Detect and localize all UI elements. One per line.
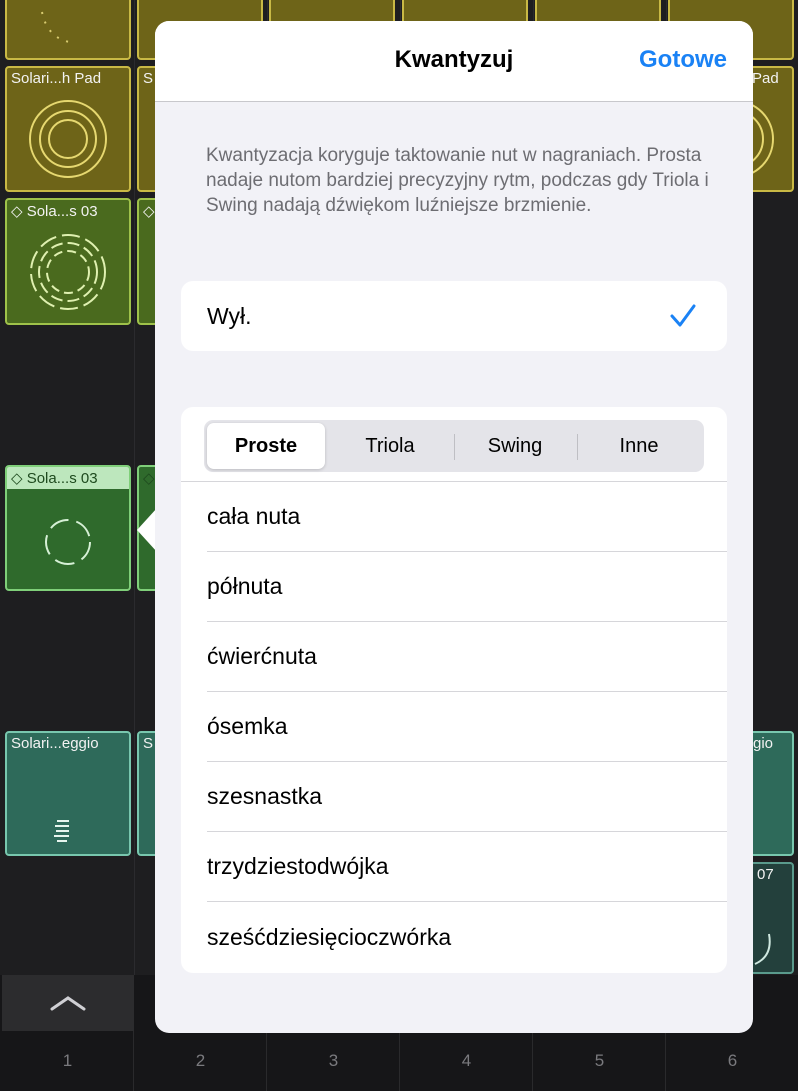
quantize-popover: Kwantyzuj Gotowe Kwantyzacja koryguje ta… [155,21,753,1033]
loop-cell-solaris-arpeggio[interactable]: Solari...eggio [5,731,131,856]
loop-cell-title: gio [753,735,774,752]
quantize-type-segmented-control: Proste Triola Swing Inne [204,420,704,472]
column-number-4[interactable]: 4 [401,1031,533,1091]
popover-header: Kwantyzuj Gotowe [155,21,753,102]
column-number-5[interactable]: 5 [534,1031,666,1091]
done-button[interactable]: Gotowe [639,46,727,74]
quantize-description: Kwantyzacja koryguje taktowanie nut w na… [206,145,709,216]
list-item[interactable]: ćwierćnuta [207,622,727,692]
popover-arrow [137,508,157,552]
loop-cell-solas-03[interactable]: ◇ Sola...s 03 [5,198,131,325]
column-number-1[interactable]: 1 [2,1031,134,1091]
column-divider [134,0,135,975]
list-item[interactable]: ósemka [207,692,727,762]
segment-proste[interactable]: Proste [207,423,325,469]
list-item[interactable]: sześćdziesięcioczwórka [207,902,727,972]
quantize-options-list: Proste Triola Swing Inne cała nuta półnu… [181,407,727,973]
column-number-3[interactable]: 3 [268,1031,400,1091]
arpeggio-pattern-icon [54,820,69,842]
segment-inne[interactable]: Inne [580,423,698,469]
loop-cell-selected[interactable]: ◇ Sola...s 03 [5,465,131,591]
loop-cell[interactable] [5,0,131,60]
off-option-label: Wył. [207,303,252,329]
loop-cell-title: S [143,735,154,752]
loop-waveform-icon [41,11,70,43]
segment-divider [454,434,455,460]
list-item[interactable]: trzydziestodwójka [207,832,727,902]
column-number-2[interactable]: 2 [135,1031,267,1091]
list-item[interactable]: szesnastka [207,762,727,832]
list-item[interactable]: półnuta [207,552,727,622]
loop-cell-title: ◇ [143,203,155,220]
column-number-6[interactable]: 6 [667,1031,798,1091]
chevron-up-icon [50,996,86,1011]
segment-divider [577,434,578,460]
segment-swing[interactable]: Swing [456,423,574,469]
list-item[interactable]: cała nuta [207,482,727,552]
checkmark-icon [670,304,696,327]
dashed-ring-icon [45,519,91,565]
dashed-rings-icon [30,234,106,310]
concentric-rings-icon [29,100,107,178]
off-option-row[interactable]: Wył. [181,281,727,351]
loop-cell-title: ◇ [143,470,155,487]
segment-triola[interactable]: Triola [331,423,449,469]
expand-button[interactable] [2,975,134,1031]
loop-cell-title: S [143,70,154,87]
loop-cell-solaris-pad[interactable]: Solari...h Pad [5,66,131,192]
